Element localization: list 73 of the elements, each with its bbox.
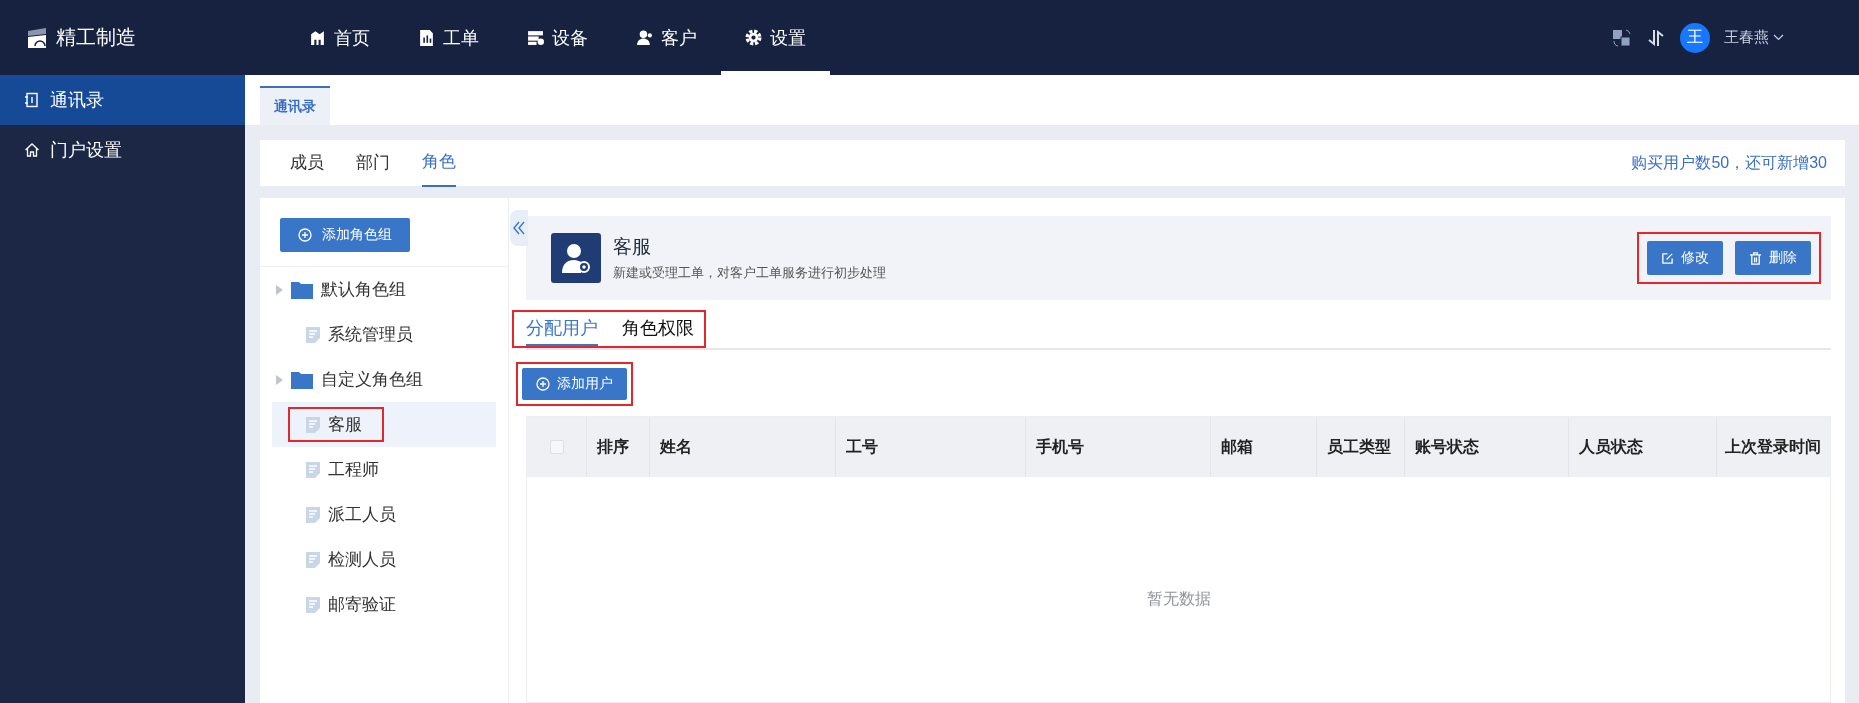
document-icon bbox=[306, 416, 320, 433]
detail-tab[interactable]: 角色权限 bbox=[622, 312, 694, 346]
folder-icon bbox=[291, 280, 313, 299]
nav-tab[interactable]: 首页 bbox=[285, 0, 394, 75]
trash-icon bbox=[1749, 251, 1762, 265]
server-icon bbox=[527, 29, 544, 46]
nav-tab[interactable]: 工单 bbox=[394, 0, 503, 75]
user-quota-text: 购买用户数50，还可新增30 bbox=[1631, 152, 1827, 173]
translate-icon[interactable] bbox=[1612, 27, 1632, 48]
role-description: 新建或受理工单，对客户工单服务进行初步处理 bbox=[613, 264, 886, 282]
nav-tab[interactable]: 设备 bbox=[503, 0, 612, 75]
folder-icon bbox=[291, 370, 313, 389]
role-title: 客服 bbox=[613, 235, 652, 259]
column-header: 手机号 bbox=[1026, 417, 1211, 477]
sub-tab[interactable]: 角色 bbox=[422, 140, 474, 186]
role-name: 系统管理员 bbox=[328, 324, 413, 346]
document-icon bbox=[306, 506, 320, 523]
document-icon bbox=[306, 326, 320, 343]
chart-doc-icon bbox=[418, 29, 435, 46]
edit-button[interactable]: 修改 bbox=[1647, 241, 1723, 275]
contacts-icon bbox=[24, 92, 40, 108]
user-gear-icon bbox=[559, 241, 593, 275]
role-item[interactable]: 系统管理员 bbox=[272, 312, 496, 357]
edit-icon bbox=[1661, 251, 1674, 265]
role-name: 检测人员 bbox=[328, 549, 396, 571]
select-all-checkbox[interactable] bbox=[549, 440, 564, 454]
column-header: 工号 bbox=[836, 417, 1026, 477]
home-icon bbox=[24, 142, 40, 158]
column-header: 人员状态 bbox=[1569, 417, 1717, 477]
document-icon bbox=[306, 461, 320, 478]
role-item[interactable]: 工程师 bbox=[272, 447, 496, 492]
sidebar-item[interactable]: 通讯录 bbox=[0, 75, 245, 125]
plus-circle-icon bbox=[536, 377, 550, 391]
page-tab[interactable]: 通讯录 bbox=[260, 86, 330, 125]
user-menu[interactable]: 王春燕 bbox=[1724, 28, 1784, 47]
collapse-button[interactable] bbox=[510, 210, 528, 246]
sub-tab[interactable]: 成员 bbox=[290, 140, 342, 186]
sidebar-item[interactable]: 门户设置 bbox=[0, 125, 245, 175]
role-item[interactable]: 邮寄验证 bbox=[272, 582, 496, 627]
nav-tab[interactable]: 客户 bbox=[612, 0, 721, 75]
column-header: 上次登录时间 bbox=[1724, 437, 1822, 458]
add-user-button[interactable]: 添加用户 bbox=[522, 368, 627, 400]
user-avatar[interactable]: 王 bbox=[1680, 22, 1710, 53]
role-item[interactable]: 检测人员 bbox=[272, 537, 496, 582]
column-header: 姓名 bbox=[650, 417, 836, 477]
double-chevron-left-icon bbox=[513, 221, 525, 235]
logo-icon bbox=[26, 26, 48, 49]
delete-button[interactable]: 删除 bbox=[1735, 241, 1811, 275]
column-header: 员工类型 bbox=[1317, 417, 1405, 477]
role-name: 邮寄验证 bbox=[328, 594, 396, 616]
chevron-down-icon bbox=[1773, 34, 1784, 41]
arrows-icon[interactable] bbox=[1646, 27, 1666, 48]
column-header: 账号状态 bbox=[1405, 417, 1569, 477]
building-icon bbox=[309, 29, 326, 46]
sub-tab[interactable]: 部门 bbox=[356, 140, 408, 186]
users-icon bbox=[636, 29, 653, 46]
app-name: 精工制造 bbox=[56, 25, 136, 50]
column-header: 邮箱 bbox=[1211, 417, 1317, 477]
empty-state-text: 暂无数据 bbox=[1146, 589, 1211, 609]
role-group-label[interactable]: 自定义角色组 bbox=[321, 368, 423, 391]
role-item[interactable]: 客服 bbox=[272, 402, 496, 447]
role-item[interactable]: 派工人员 bbox=[272, 492, 496, 537]
role-name: 工程师 bbox=[328, 459, 379, 481]
detail-tab[interactable]: 分配用户 bbox=[526, 312, 598, 346]
add-role-group-button[interactable]: 添加角色组 bbox=[280, 218, 410, 252]
role-name: 客服 bbox=[328, 414, 362, 436]
gear-icon bbox=[745, 29, 762, 46]
role-group-label[interactable]: 默认角色组 bbox=[321, 278, 406, 301]
plus-circle-icon bbox=[298, 228, 312, 242]
role-name: 派工人员 bbox=[328, 504, 396, 526]
document-icon bbox=[306, 551, 320, 568]
column-header: 排序 bbox=[587, 417, 650, 477]
document-icon bbox=[306, 596, 320, 613]
